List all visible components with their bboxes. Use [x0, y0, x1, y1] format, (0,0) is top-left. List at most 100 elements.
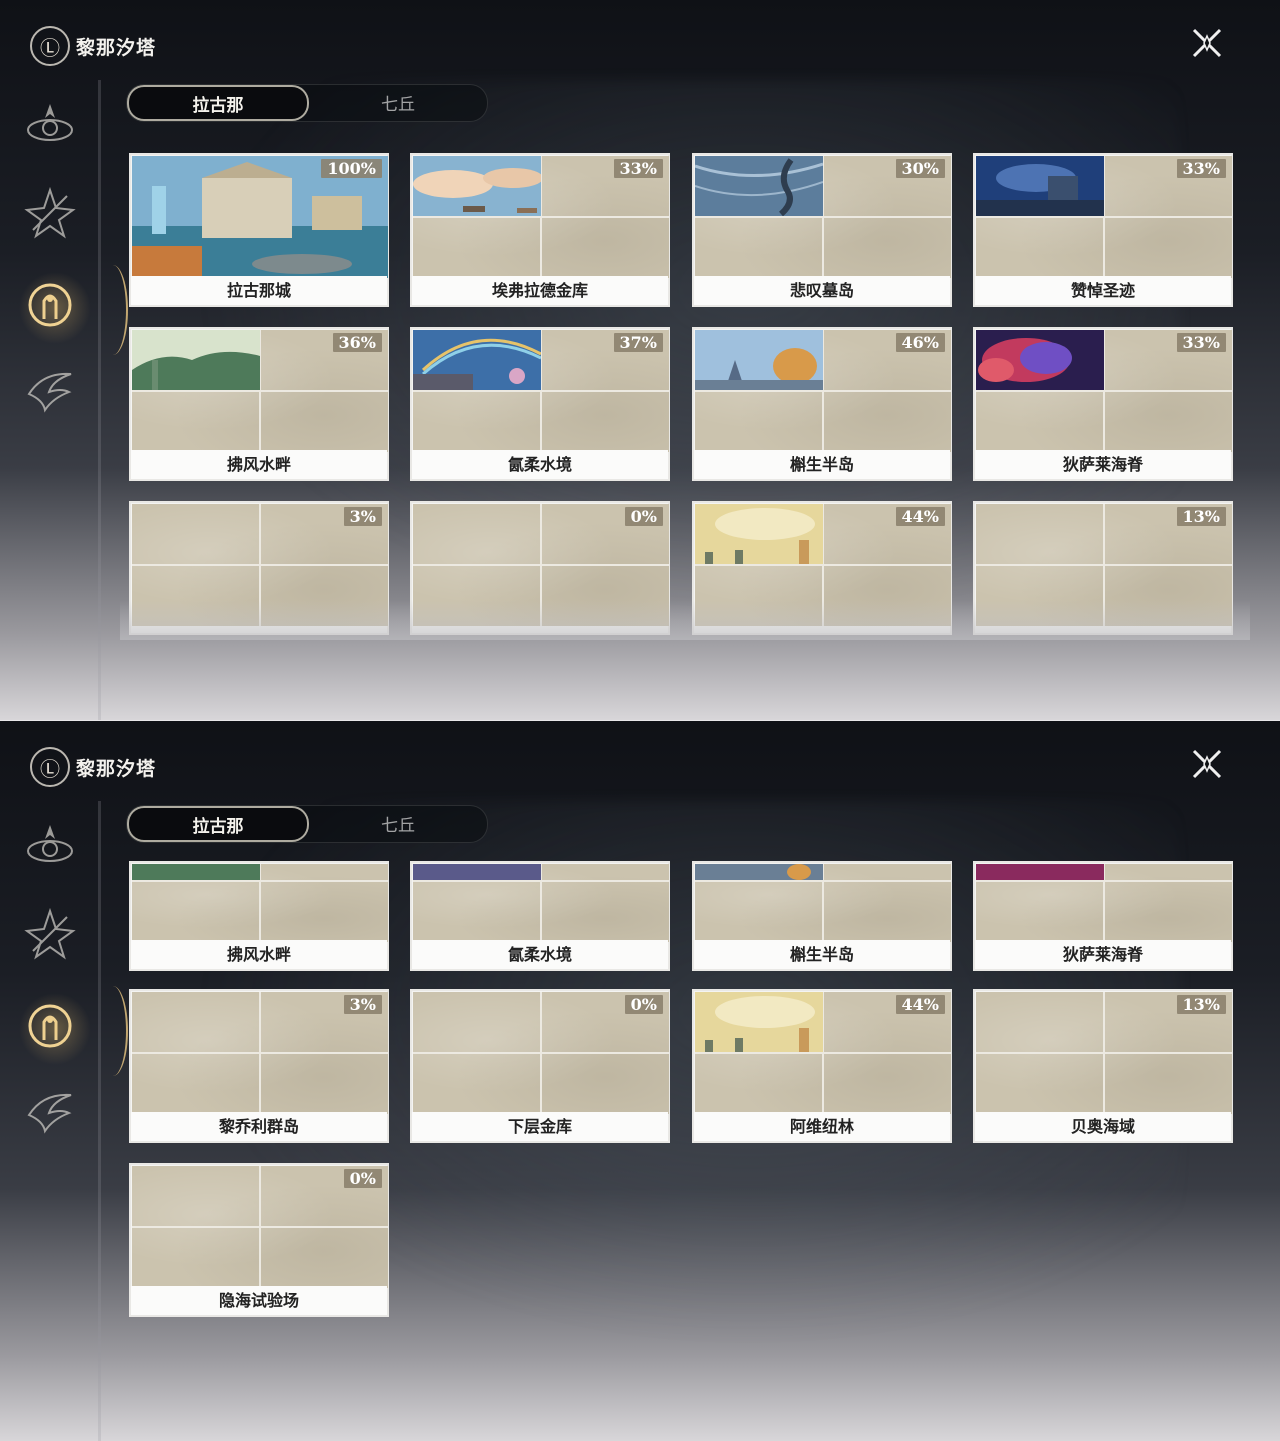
- region-card[interactable]: 46% 槲生半岛: [692, 327, 952, 481]
- region-card[interactable]: 33% 埃弗拉德金库: [410, 153, 670, 307]
- region-tabs: 拉古那 七丘: [126, 84, 488, 122]
- close-x-icon: [1192, 749, 1222, 779]
- page-title: 黎那汐塔: [76, 757, 157, 780]
- progress-badge: 44%: [895, 507, 945, 526]
- region-card[interactable]: 13%: [973, 501, 1233, 635]
- region-emblem-icon: Ⓛ: [30, 747, 70, 787]
- tab-laguna[interactable]: 拉古那: [127, 806, 309, 842]
- nav-item-star[interactable]: [20, 183, 80, 243]
- region-card[interactable]: 44% 阿维纽林: [692, 989, 952, 1143]
- tab-seven-hills[interactable]: 七丘: [309, 806, 487, 840]
- wing-nav-icon: [27, 372, 72, 413]
- region-name: 槲生半岛: [694, 940, 950, 969]
- region-card[interactable]: 100% 拉古那城: [129, 153, 389, 307]
- close-x-icon: [1192, 28, 1222, 58]
- region-name: 氤柔水境: [412, 940, 668, 969]
- region-map: 0%: [413, 504, 669, 626]
- region-card[interactable]: 0%: [410, 501, 670, 635]
- region-name: 阿维纽林: [694, 1112, 950, 1141]
- region-name: 拂风水畔: [131, 940, 387, 969]
- nav-item-emblem[interactable]: [20, 816, 80, 876]
- close-button[interactable]: [1186, 22, 1228, 64]
- progress-badge: 13%: [1176, 995, 1226, 1014]
- progress-badge: 36%: [332, 333, 382, 352]
- nav-item-linascita[interactable]: [16, 265, 128, 355]
- region-card[interactable]: 33% 狄萨莱海脊: [973, 327, 1233, 481]
- region-map: 44%: [695, 992, 951, 1114]
- region-map: 44%: [695, 504, 951, 626]
- progress-badge: 33%: [1176, 159, 1226, 178]
- progress-badge: 100%: [321, 159, 382, 178]
- region-map: 37%: [413, 330, 669, 452]
- region-card[interactable]: 3%: [129, 501, 389, 635]
- region-map: [976, 864, 1232, 942]
- region-tabs: 拉古那 七丘: [126, 805, 488, 843]
- nav-item-wing[interactable]: [20, 1082, 80, 1142]
- region-card[interactable]: 拂风水畔: [129, 861, 389, 971]
- scene-desert: [695, 992, 823, 1052]
- map-screen-bottom: Ⓛ 黎那汐塔 拉古那 七丘 拂风水畔 氤柔水境 槲生半岛 狄萨莱海脊 3% 黎乔…: [0, 720, 1280, 1441]
- nav-item-emblem[interactable]: [20, 95, 80, 155]
- region-map: 100%: [132, 156, 388, 278]
- region-card[interactable]: 44%: [692, 501, 952, 635]
- region-name: 黎乔利群岛: [131, 1112, 387, 1141]
- region-name: 埃弗拉德金库: [412, 276, 668, 305]
- scene-nebula: [976, 330, 1104, 390]
- region-name: 贝奥海域: [975, 1112, 1231, 1141]
- region-card[interactable]: 37% 氤柔水境: [410, 327, 670, 481]
- region-card[interactable]: 13% 贝奥海域: [973, 989, 1233, 1143]
- region-card[interactable]: 36% 拂风水畔: [129, 327, 389, 481]
- region-map: 33%: [413, 156, 669, 278]
- region-card[interactable]: 氤柔水境: [410, 861, 670, 971]
- scene-autumn: [695, 330, 823, 390]
- region-map: 3%: [132, 504, 388, 626]
- region-map: 36%: [132, 330, 388, 452]
- tab-seven-hills[interactable]: 七丘: [309, 85, 487, 119]
- background-divider: [98, 801, 101, 1441]
- scene-green: [132, 330, 260, 390]
- tab-laguna[interactable]: 拉古那: [127, 85, 309, 121]
- nav-item-wing[interactable]: [20, 361, 80, 421]
- progress-badge: 33%: [1176, 333, 1226, 352]
- progress-badge: 0%: [624, 507, 663, 526]
- region-card[interactable]: 槲生半岛: [692, 861, 952, 971]
- progress-badge: 0%: [624, 995, 663, 1014]
- region-map: 33%: [976, 330, 1232, 452]
- title-bar: Ⓛ 黎那汐塔: [30, 26, 156, 66]
- region-name: 下层金库: [412, 1112, 668, 1141]
- region-map: [132, 864, 388, 942]
- close-button[interactable]: [1186, 743, 1228, 785]
- map-screen-top: Ⓛ 黎那汐塔 拉古那 七丘 100% 拉古那城 33% 埃弗拉德金库 30% 悲…: [0, 0, 1280, 720]
- region-card[interactable]: 3% 黎乔利群岛: [129, 989, 389, 1143]
- progress-badge: 33%: [613, 159, 663, 178]
- region-card[interactable]: 狄萨莱海脊: [973, 861, 1233, 971]
- nav-item-linascita[interactable]: [16, 986, 128, 1076]
- region-name: 赞悼圣迹: [975, 276, 1231, 305]
- progress-badge: 13%: [1176, 507, 1226, 526]
- region-map: 13%: [976, 504, 1232, 626]
- progress-badge: 46%: [895, 333, 945, 352]
- scene-green-partial: [132, 864, 260, 880]
- region-map: 0%: [132, 1166, 388, 1288]
- region-map: 3%: [132, 992, 388, 1114]
- region-map: 13%: [976, 992, 1232, 1114]
- scene-storm: [695, 156, 823, 216]
- region-name: 拂风水畔: [131, 450, 387, 479]
- nav-active-arc: [98, 265, 128, 355]
- region-map: [695, 864, 951, 942]
- star-nav-icon: [24, 907, 76, 960]
- progress-badge: 30%: [895, 159, 945, 178]
- region-card[interactable]: 0% 隐海试验场: [129, 1163, 389, 1317]
- wing-nav-icon: [27, 1093, 72, 1134]
- region-card[interactable]: 30% 悲叹墓岛: [692, 153, 952, 307]
- region-name: 隐海试验场: [131, 1286, 387, 1315]
- region-card[interactable]: 33% 赞悼圣迹: [973, 153, 1233, 307]
- region-map: 30%: [695, 156, 951, 278]
- nav-item-star[interactable]: [20, 904, 80, 964]
- scene-desert: [695, 504, 823, 564]
- region-card[interactable]: 0% 下层金库: [410, 989, 670, 1143]
- region-map: 0%: [413, 992, 669, 1114]
- nav-active-arc: [98, 986, 128, 1076]
- title-bar: Ⓛ 黎那汐塔: [30, 747, 156, 787]
- scene-sky: [413, 156, 541, 216]
